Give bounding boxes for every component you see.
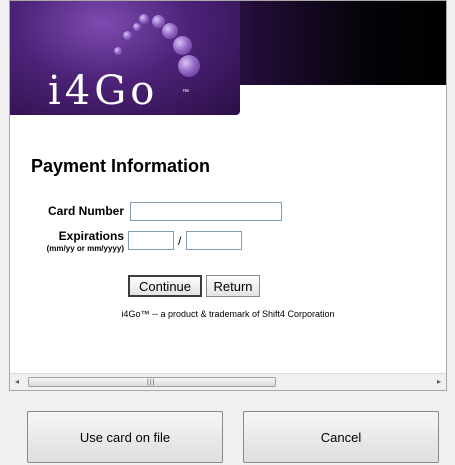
scroll-right-icon[interactable]: ▸ [434, 377, 444, 387]
trademark-footer: i4Go™ -- a product & trademark of Shift4… [121, 309, 335, 319]
page-title: Payment Information [31, 156, 211, 176]
cancel-button[interactable]: Cancel [243, 411, 439, 463]
i4go-logo: i4Go [48, 68, 159, 114]
bubble-decoration [114, 47, 122, 55]
scroll-thumb[interactable]: ||| [28, 377, 276, 387]
use-card-on-file-button[interactable]: Use card on file [27, 411, 223, 463]
i4go-banner: i4Go ™ [10, 1, 446, 119]
bubble-decoration [173, 36, 192, 55]
continue-button[interactable]: Continue [128, 275, 202, 297]
horizontal-scrollbar[interactable]: ◂ ||| ▸ [10, 373, 446, 390]
expirations-hint: (mm/yy or mm/yyyy) [46, 244, 124, 253]
grip-icon: ||| [147, 379, 156, 386]
scroll-left-icon[interactable]: ◂ [12, 377, 22, 387]
bubble-decoration [178, 55, 200, 77]
web-content-frame: i4Go ™ Payment Information Card Number E… [9, 0, 447, 391]
return-button[interactable]: Return [206, 275, 260, 297]
bubble-decoration [139, 14, 149, 24]
exp-month-input[interactable] [128, 231, 174, 250]
expirations-label: Expirations [58, 229, 124, 243]
date-separator: / [178, 234, 182, 248]
exp-year-input[interactable] [186, 231, 242, 250]
bubble-decoration [162, 23, 178, 39]
card-number-label: Card Number [47, 204, 124, 218]
bubble-decoration [123, 31, 132, 40]
card-number-input[interactable] [130, 202, 282, 221]
logo-trademark: ™ [182, 89, 189, 96]
bubble-decoration [133, 23, 141, 31]
logo-block: i4Go ™ [10, 1, 240, 115]
